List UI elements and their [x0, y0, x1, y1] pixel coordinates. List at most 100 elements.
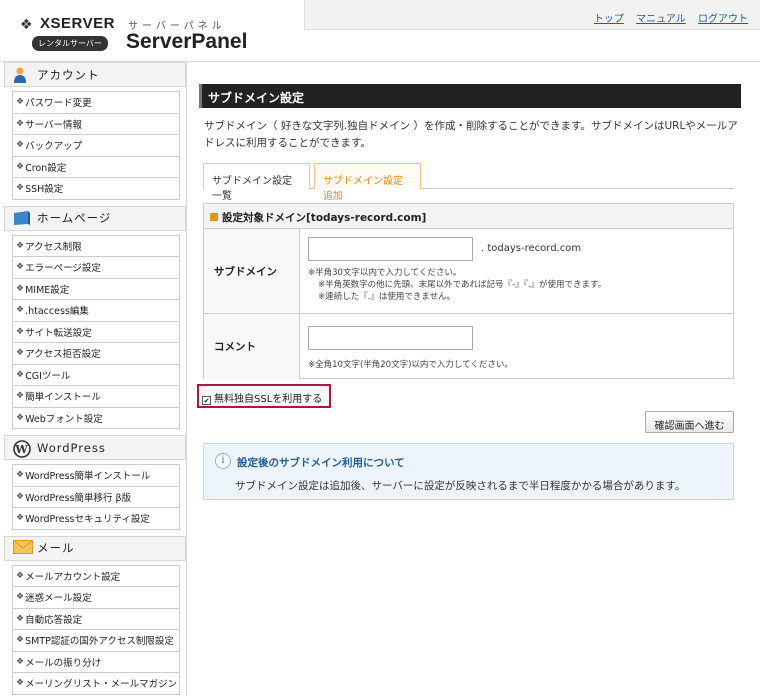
top-navigation-bar: トップ マニュアル ログアウト — [304, 0, 760, 30]
sidebar-list: ❖ メールアカウント設定 ❖ 迷惑メール設定 ❖ 自動応答設定 ❖ SMTP認証の国外アクセス… — [12, 564, 180, 695]
subdomain-note-1: ※半角30文字以内で入力してください。 — [308, 268, 462, 278]
arrow-bullet-icon: ❖ — [16, 513, 25, 524]
mail-icon — [13, 540, 33, 556]
arrow-bullet-icon: ❖ — [16, 656, 25, 667]
sidebar-list: ❖ WordPress簡単インストール ❖ WordPress簡単移行 β版 ❖ Word… — [12, 464, 180, 530]
sidebar-item[interactable]: ❖ CGIツール — [13, 365, 179, 386]
arrow-bullet-icon: ❖ — [16, 470, 25, 481]
tab-subdomain-add[interactable]: サブドメイン設定追加 — [314, 163, 421, 202]
sidebar-item[interactable]: ❖ SMTP認証の国外アクセス制限設定 — [13, 630, 179, 652]
svg-text:W: W — [14, 443, 28, 456]
arrow-bullet-icon: ❖ — [16, 678, 25, 689]
sidebar-item-label: メールアカウント設定 — [25, 571, 121, 583]
free-ssl-checkbox[interactable]: ✔ 無料独自SSLを利用する — [197, 384, 331, 408]
page-description: サブドメイン（ 好きな文字列.独自ドメイン ）を作成・削除することができます。サ… — [204, 120, 738, 149]
sidebar-item-label: エラーページ設定 — [25, 263, 101, 275]
header: ❖ XSERVER レンタルサーバー サーバーパネル ServerPanel ト… — [0, 0, 760, 62]
sidebar-item-label: SSH設定 — [25, 184, 64, 196]
top-navigation: トップ マニュアル ログアウト — [585, 10, 748, 25]
sidebar-item[interactable]: ❖ アクセス制限 — [13, 236, 179, 257]
sidebar: アカウント ❖ パスワード変更 ❖ サーバー情報 ❖ バックアップ ❖ Cron設定 ❖ SSH設定… — [4, 62, 186, 696]
sidebar-item[interactable]: ❖ 簡単インストール — [13, 386, 179, 408]
sidebar-section-title: ホームページ — [37, 211, 112, 225]
comment-input[interactable] — [308, 326, 473, 350]
sidebar-item[interactable]: ❖ 迷惑メール設定 — [13, 587, 179, 609]
xserver-logo[interactable]: ❖ XSERVER レンタルサーバー サーバーパネル ServerPanel — [18, 12, 298, 56]
sidebar-item[interactable]: ❖ メーリングリスト・メールマガジン — [13, 673, 179, 695]
arrow-bullet-icon: ❖ — [16, 240, 25, 251]
sidebar-item-label: MIME設定 — [25, 284, 70, 296]
sidebar-item[interactable]: ❖ アクセス拒否設定 — [13, 343, 179, 365]
sidebar-item[interactable]: ❖ .htaccess編集 — [13, 300, 179, 322]
arrow-bullet-icon: ❖ — [16, 262, 25, 273]
sidebar-section-title: アカウント — [37, 67, 100, 82]
arrow-bullet-icon: ❖ — [16, 635, 25, 646]
sidebar-item-label: サイト転送設定 — [25, 327, 92, 339]
arrow-bullet-icon: ❖ — [16, 391, 25, 402]
arrow-bullet-icon: ❖ — [16, 305, 25, 316]
arrow-bullet-icon: ❖ — [16, 491, 25, 502]
sidebar-item[interactable]: ❖ メールの振り分け — [13, 652, 179, 673]
confirm-button[interactable]: 確認画面へ進む — [645, 411, 734, 433]
nav-manual-link[interactable]: マニュアル — [636, 14, 686, 25]
subdomain-input[interactable] — [308, 237, 473, 261]
homepage-icon — [13, 210, 31, 226]
arrow-bullet-icon: ❖ — [16, 412, 25, 423]
tab-bar: サブドメイン設定一覧 サブドメイン設定追加 — [203, 163, 734, 202]
domain-suffix: . todays-record.com — [481, 243, 582, 254]
sidebar-item[interactable]: ❖ エラーページ設定 — [13, 257, 179, 279]
subdomain-row: サブドメイン . todays-record.com ※半角30文字以内で入力し… — [204, 229, 733, 314]
free-ssl-label: 無料独自SSLを利用する — [214, 394, 323, 405]
arrow-bullet-icon: ❖ — [16, 570, 25, 581]
sidebar-section-title: メール — [37, 541, 75, 555]
arrow-bullet-icon: ❖ — [16, 140, 25, 151]
sidebar-item-label: アクセス制限 — [25, 241, 82, 253]
logo-text: XSERVER — [40, 15, 115, 32]
sidebar-item-label: .htaccess編集 — [25, 306, 89, 318]
sidebar-item-label: 迷惑メール設定 — [25, 593, 92, 605]
arrow-bullet-icon: ❖ — [16, 326, 25, 337]
comment-row: コメント ※全角10文字(半角20文字)以内で入力してください。 — [204, 314, 733, 379]
tab-subdomain-list[interactable]: サブドメイン設定一覧 — [203, 163, 310, 202]
sidebar-item-label: バックアップ — [25, 141, 83, 153]
main-content: サブドメイン設定 サブドメイン（ 好きな文字列.独自ドメイン ）を作成・削除する… — [186, 62, 760, 696]
subdomain-label: サブドメイン — [204, 229, 300, 313]
checkbox-check-icon[interactable]: ✔ — [202, 396, 211, 405]
arrow-bullet-icon: ❖ — [16, 97, 25, 108]
sidebar-item-label: パスワード変更 — [25, 98, 92, 110]
arrow-bullet-icon: ❖ — [16, 369, 25, 380]
page-title: サブドメイン設定 — [199, 84, 741, 108]
sidebar-item-label: Cron設定 — [25, 162, 67, 174]
sidebar-item[interactable]: ❖ サーバー情報 — [13, 114, 179, 135]
sidebar-item[interactable]: ❖ サイト転送設定 — [13, 322, 179, 343]
arrow-bullet-icon: ❖ — [16, 161, 25, 172]
diamond-logo-icon: ❖ — [20, 17, 33, 33]
sidebar-item[interactable]: ❖ WordPress簡単移行 β版 — [13, 487, 179, 508]
page: ❖ XSERVER レンタルサーバー サーバーパネル ServerPanel ト… — [0, 0, 760, 696]
arrow-bullet-icon: ❖ — [16, 183, 25, 194]
sidebar-section-0: アカウント — [4, 62, 186, 87]
nav-logout-link[interactable]: ログアウト — [698, 14, 748, 25]
sidebar-item[interactable]: ❖ MIME設定 — [13, 279, 179, 300]
panel-title: ServerPanel — [126, 30, 248, 53]
sidebar-item[interactable]: ❖ WordPressセキュリティ設定 — [13, 508, 179, 530]
sidebar-item[interactable]: ❖ WordPress簡単インストール — [13, 465, 179, 487]
sidebar-item[interactable]: ❖ SSH設定 — [13, 178, 179, 200]
sidebar-item-label: 自動応答設定 — [25, 614, 83, 626]
sidebar-item[interactable]: ❖ Cron設定 — [13, 157, 179, 178]
info-icon: i — [215, 453, 231, 469]
info-box: i 設定後のサブドメイン利用について サブドメイン設定は追加後、サーバーに設定が… — [203, 443, 734, 500]
subdomain-form: 設定対象ドメイン[todays-record.com] サブドメイン . tod… — [203, 203, 734, 379]
sidebar-section-1: ホームページ — [4, 205, 186, 231]
form-heading: 設定対象ドメイン[todays-record.com] — [204, 204, 733, 229]
subdomain-note-2: ※半角英数字の他に先頭、末尾以外であれば記号『-』『.』が使用できます。 — [318, 280, 607, 290]
sidebar-item[interactable]: ❖ バックアップ — [13, 135, 179, 157]
sidebar-item[interactable]: ❖ メールアカウント設定 — [13, 566, 179, 587]
sidebar-item[interactable]: ❖ 自動応答設定 — [13, 609, 179, 630]
comment-note: ※全角10文字(半角20文字)以内で入力してください。 — [308, 360, 513, 370]
sidebar-item[interactable]: ❖ パスワード変更 — [13, 92, 179, 114]
sidebar-item[interactable]: ❖ Webフォント設定 — [13, 408, 179, 429]
nav-top-link[interactable]: トップ — [594, 14, 624, 25]
info-title: 設定後のサブドメイン利用について — [237, 457, 405, 469]
sidebar-item-label: CGIツール — [25, 370, 71, 382]
